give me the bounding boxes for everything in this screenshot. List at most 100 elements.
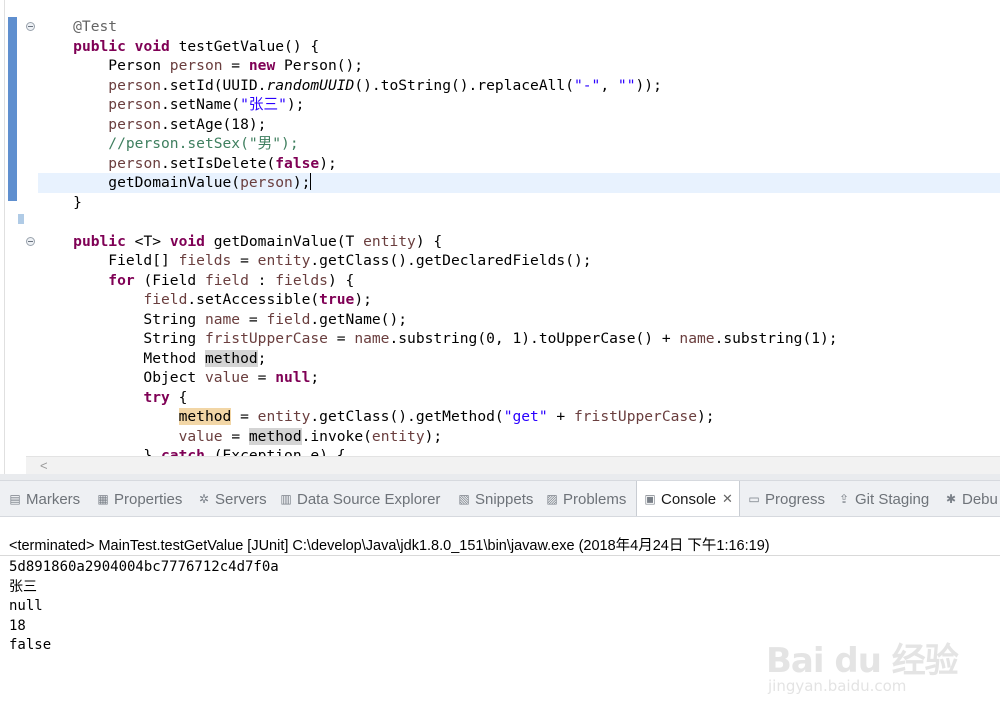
tab-servers[interactable]: ✲ Servers [197,481,267,516]
code-token: "" [617,76,636,94]
tab-label: Git Staging [855,490,930,508]
code-token: .getClass().getDeclaredFields(); [310,252,592,269]
tab-markers[interactable]: ▤ Markers [8,481,80,516]
console-output[interactable]: 5d891860a2904004bc7776712c4d7f0a 张三 null 18… [9,558,279,656]
problems-icon: ▨ [546,492,558,506]
code-token: Field[] [38,252,179,269]
code-token: ; [257,349,267,367]
code-token: public [73,232,126,250]
console-output-line: false [9,637,52,653]
code-line[interactable]: field.setAccessible(true); [38,290,838,310]
code-line[interactable]: try { [38,388,838,408]
tab-label: Properties [114,490,183,508]
code-token: ); [424,427,443,445]
code-line[interactable]: @Test [38,17,838,37]
code-line[interactable]: person.setIsDelete(false); [38,154,838,174]
code-token: ) { [327,271,355,289]
tab-console[interactable]: ▣ Console ✕ [636,481,740,516]
tab-label: Data Source Explorer [297,490,441,508]
console-output-line: null [9,598,43,614]
code-token: ); [319,154,337,172]
code-line[interactable]: Person person = new Person(); [38,56,838,76]
code-line[interactable] [38,212,838,232]
code-token: name [354,330,390,347]
code-editor[interactable]: @Test public void testGetValue() { Perso… [0,0,1000,480]
code-line[interactable]: String fristUpperCase = name.substring(0… [38,329,838,349]
code-token: .getClass().getMethod( [310,408,504,425]
code-line[interactable]: public <T> void getDomainValue(T entity)… [38,232,838,252]
code-line[interactable]: Method method; [38,349,838,369]
code-line[interactable]: String name = field.getName(); [38,310,838,330]
code-token: entity [363,232,416,250]
tab-properties[interactable]: ▦ Properties [96,481,183,516]
code-token: new [248,57,276,74]
code-token: = [240,310,267,328]
code-token: (Field [134,271,205,289]
code-token: Object [38,369,205,386]
code-line[interactable]: Object value = null; [38,368,838,388]
code-token: { [169,388,188,406]
code-token: public void [73,37,170,55]
close-icon[interactable]: ✕ [722,491,733,507]
code-token: .substring(1); [714,330,838,347]
code-token: value [178,427,223,445]
code-line[interactable]: Field[] fields = entity.getClass().getDe… [38,251,838,271]
code-line[interactable]: } [38,193,838,213]
tab-git-staging[interactable]: ⇪ Git Staging [837,481,930,516]
servers-icon: ✲ [198,492,210,506]
code-text[interactable]: @Test public void testGetValue() { Perso… [38,17,838,466]
code-token: "get" [503,408,548,425]
tab-label: Progress [765,490,826,508]
code-token: .setAccessible( [187,291,320,308]
console-output-line: 张三 [9,578,37,595]
code-token: ); [292,174,311,191]
code-token: person [108,96,162,113]
scroll-left-icon[interactable]: < [40,458,48,473]
code-line[interactable]: for (Field field : fields) { [38,271,838,291]
code-token: name [204,310,241,328]
tab-snippets[interactable]: ▧ Snippets [457,481,533,516]
tab-problems[interactable]: ▨ Problems [545,481,627,516]
code-token: true [319,291,355,308]
code-token: .setIsDelete( [161,154,276,172]
baidu-watermark: Bai du 经验 jingyan.baidu.com [766,617,986,707]
code-line[interactable]: method = entity.getClass().getMethod("ge… [38,407,838,427]
debug-icon: ✱ [945,492,957,506]
code-token: for [108,271,135,289]
code-token: = [222,427,249,445]
code-line[interactable]: person.setAge(18); [38,115,838,135]
tab-debu[interactable]: ✱ Debu [944,481,998,516]
tab-label: Console [661,490,717,508]
code-token: .setAge(18); [161,115,267,133]
tab-progress[interactable]: ▭ Progress [747,481,826,516]
fold-toggle-icon[interactable] [26,22,35,31]
code-line[interactable]: //person.setSex("男"); [38,134,838,154]
code-token: "张三" [240,96,287,113]
code-token: method [248,427,302,445]
code-token: Method [38,349,205,367]
code-token: field [266,310,311,328]
tab-data-source-explorer[interactable]: ▥ Data Source Explorer [279,481,441,516]
editor-horizontal-scrollbar[interactable]: < [26,456,1000,474]
code-token: ) { [415,232,443,250]
code-line[interactable]: getDomainValue(person); [38,173,838,193]
code-line[interactable]: value = method.invoke(entity); [38,427,838,447]
code-token: field [204,271,249,289]
fold-toggle-icon[interactable] [26,237,35,246]
code-token: person [108,115,162,133]
code-token: try [143,388,170,406]
code-line[interactable]: person.setId(UUID.randomUUID().toString(… [38,76,838,96]
code-token: + [547,408,574,425]
tab-label: Servers [215,490,267,508]
code-line[interactable]: person.setName("张三"); [38,95,838,115]
code-token: fields [178,252,232,269]
code-line[interactable]: public void testGetValue() { [38,37,838,57]
code-token: method [178,408,232,425]
tab-label: Problems [563,490,627,508]
